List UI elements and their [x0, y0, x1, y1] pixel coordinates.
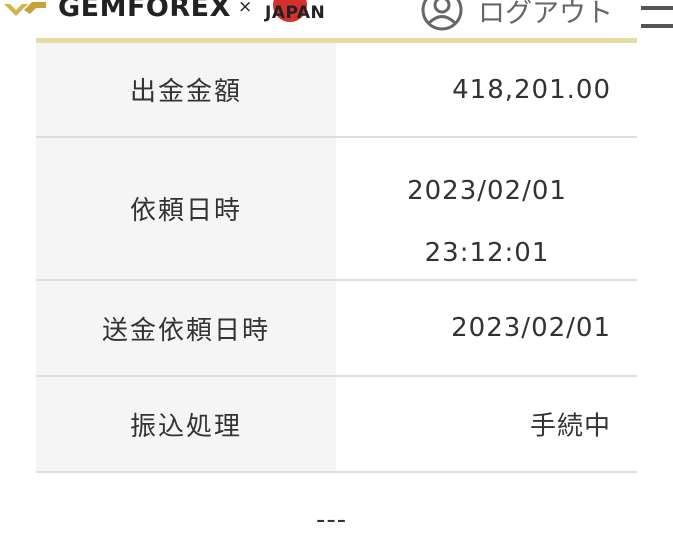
- app-header: GEMFOREX × JAPAN ログアウト: [0, 0, 673, 38]
- gemforex-logo-icon[interactable]: [2, 0, 46, 26]
- row-label: 送金依頼日時: [36, 281, 336, 375]
- brand-name[interactable]: GEMFOREX: [58, 0, 231, 23]
- row-label: 振込処理: [36, 377, 336, 471]
- table-row: 送金依頼日時 2023/02/01: [36, 281, 637, 377]
- remittance-request-date: 2023/02/01: [451, 313, 611, 343]
- logout-link[interactable]: ログアウト: [478, 0, 613, 30]
- request-datetime: 2023/02/01 23:12:01: [407, 176, 567, 268]
- row-value-cell: 手続中: [336, 377, 637, 471]
- user-circle-icon[interactable]: [420, 0, 464, 32]
- row-label: 依頼日時: [36, 138, 336, 279]
- row-value-cell: 2023/02/01: [336, 281, 637, 375]
- partner-name: JAPAN: [265, 3, 326, 23]
- row-value-cell: 418,201.00: [336, 43, 637, 136]
- withdrawal-details-table: 出金金額 418,201.00 依頼日時 2023/02/01 23:12:01…: [36, 43, 637, 473]
- table-row: 依頼日時 2023/02/01 23:12:01: [36, 138, 637, 281]
- empty-placeholder: ---: [316, 505, 348, 535]
- withdrawal-amount: 418,201.00: [452, 74, 611, 105]
- transfer-status: 手続中: [529, 411, 611, 442]
- row-label: 出金金額: [36, 43, 336, 136]
- table-row: 振込処理 手続中: [36, 377, 637, 473]
- row-value-cell: 2023/02/01 23:12:01: [336, 138, 637, 279]
- hamburger-menu-icon[interactable]: [641, 6, 673, 32]
- times-sign: ×: [238, 0, 253, 17]
- table-row: 出金金額 418,201.00: [36, 43, 637, 138]
